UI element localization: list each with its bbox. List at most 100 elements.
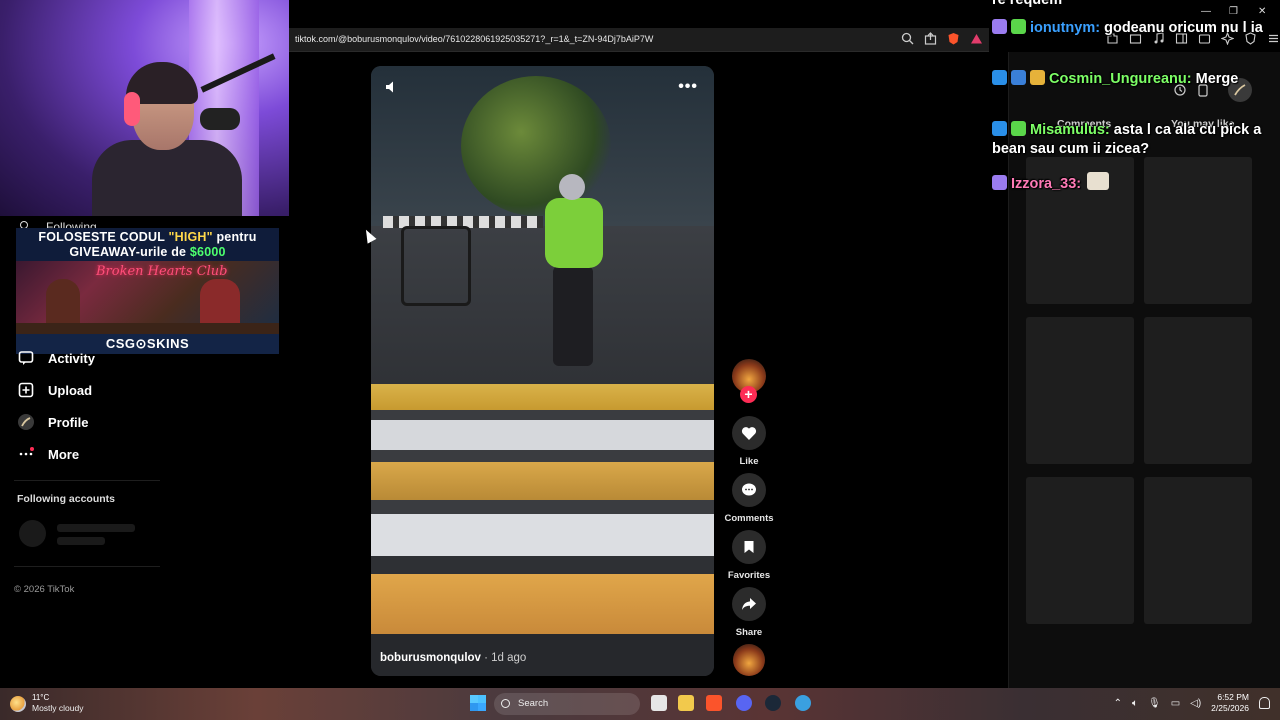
sidebar-item-profile[interactable]: Profile [18,414,88,430]
search-icon [501,699,510,708]
chat-username: ionutnym: [1030,20,1101,36]
tray-overflow-chevron-icon[interactable]: ⌃ [1114,698,1122,709]
chat-emote-cat-icon [1087,172,1110,190]
weather-icon [10,695,26,712]
system-tray: ⌃ 🔈︎ 🎙︎ ▭ ◁) 6:52 PM 2/25/2026 [1114,692,1270,714]
suggested-video-thumb[interactable] [1026,317,1134,464]
steam-icon[interactable] [765,695,781,711]
chat-badge-icon [992,19,1007,34]
sidebar-item-activity[interactable]: Activity [18,350,95,366]
skeleton-avatar [19,520,46,547]
bookmark-icon[interactable] [732,530,766,564]
chat-message: Misamulus: asta l ca ala cu pick a bean … [992,121,1272,159]
promo-table [16,323,279,334]
chat-text: godeanu oricum nu l ia [1100,20,1263,36]
sidebar-item-label: More [48,446,80,462]
taskbar-search-label: Search [518,698,549,709]
upload-icon [18,382,34,398]
suggested-video-thumb[interactable] [1026,477,1134,624]
weather-text: 11°C Mostly cloudy [32,693,84,714]
sidebar-item-label: Profile [48,414,89,430]
promo-text: pentru [212,230,257,244]
crosswalk-stripe-yellow [371,462,714,500]
address-bar-icons [901,32,983,45]
chat-badge-icon [992,175,1007,190]
browser-address-bar[interactable]: tiktok.com/@boburusmonqulov/video/761022… [289,28,989,52]
comment-icon[interactable] [732,473,766,507]
following-accounts-title: Following accounts [17,493,116,505]
chat-badge-icon [992,70,1007,85]
sidebar-item-label: Upload [48,382,93,398]
promo-text: GIVEAWAY-urile de [69,245,190,259]
weather-widget[interactable]: 11°C Mostly cloudy [10,693,84,714]
favorites-button[interactable]: Favorites [724,530,774,581]
like-label: Like [739,456,759,467]
weather-temp: 11°C [32,693,50,702]
chat-username: Izzora_33: [1011,176,1082,192]
chat-username: Misamulus: [1030,122,1110,138]
microphone-icon[interactable]: 🎙︎ [1148,698,1161,709]
promo-text: FOLOSESTE CODUL [38,230,169,244]
follow-plus-button[interactable]: + [740,386,757,403]
promo-overlay: FOLOSESTE CODUL "HIGH" pentru GIVEAWAY-u… [16,228,279,354]
crosswalk-stripe-yellow [371,574,714,634]
worker-legs [553,266,593,366]
url-text[interactable]: tiktok.com/@boburusmonqulov/video/761022… [295,34,653,44]
video-scene-paint-machine [401,226,471,306]
chat-text: Merge [1191,71,1239,87]
crosswalk-gap [371,556,714,574]
video-author[interactable]: boburusmonqulov [380,652,481,664]
share-label: Share [735,627,763,638]
skeleton-line [57,537,105,545]
suggested-video-thumb[interactable] [1144,317,1252,464]
more-options-icon[interactable]: ••• [678,78,698,96]
chat-username: Cosmin_Ungureanu: [1049,71,1192,87]
crosswalk-gap [371,450,714,462]
brave-shield-icon[interactable] [947,32,960,45]
more-dots-icon [18,446,34,462]
share-button[interactable]: Share [724,587,774,638]
skeleton-line [57,524,135,532]
network-icon[interactable]: ▭ [1171,698,1180,709]
task-view-icon[interactable] [651,695,667,711]
speaker-icon[interactable]: 🔈︎ [1132,698,1138,709]
webcam-headphone [124,92,140,126]
zoom-icon[interactable] [901,32,914,45]
brave-rewards-icon[interactable] [970,32,983,45]
like-button[interactable]: Like [724,416,774,467]
suggested-video-thumb[interactable] [1144,477,1252,624]
file-explorer-icon[interactable] [678,695,694,711]
video-scene-worker [539,174,609,374]
crosswalk-stripe-white [371,514,714,556]
chat-badge-icon [992,121,1007,136]
sidebar-item-upload[interactable]: Upload [18,382,92,398]
taskbar-search[interactable]: Search [494,693,640,715]
globe-app-icon[interactable] [795,695,811,711]
promo-code: "HIGH" [168,230,213,244]
profile-avatar-icon [18,414,34,430]
volume-icon[interactable]: ◁) [1190,698,1201,709]
copyright-text: © 2026 TikTok [14,584,75,595]
share-page-icon[interactable] [924,32,937,45]
clock-date: 2/25/2026 [1211,703,1249,713]
sidebar-divider [14,480,160,481]
notification-bell-icon[interactable] [1259,697,1270,709]
volume-icon[interactable] [385,80,399,98]
video-player[interactable]: ••• boburusmonqulov · 1d ago [371,66,714,676]
windows-taskbar: 11°C Mostly cloudy Search ⌃ 🔈︎ 🎙︎ ▭ ◁) 6… [0,688,1280,720]
brave-browser-icon[interactable] [706,695,722,711]
sidebar-item-more[interactable]: More [18,446,79,462]
taskbar-clock[interactable]: 6:52 PM 2/25/2026 [1211,692,1249,714]
discord-icon[interactable] [736,695,752,711]
worker-cap [559,174,585,200]
chat-message: Cosmin_Ungureanu: Merge [992,70,1272,89]
heart-icon[interactable] [732,416,766,450]
comments-label: Comments [724,513,774,524]
crosswalk-gap [371,410,714,420]
windows-start-icon[interactable] [470,695,486,711]
share-arrow-icon[interactable] [732,587,766,621]
webcam-overlay [0,0,289,216]
music-disc-avatar[interactable] [733,644,765,676]
comments-button[interactable]: Comments [724,473,774,524]
favorites-label: Favorites [727,570,771,581]
